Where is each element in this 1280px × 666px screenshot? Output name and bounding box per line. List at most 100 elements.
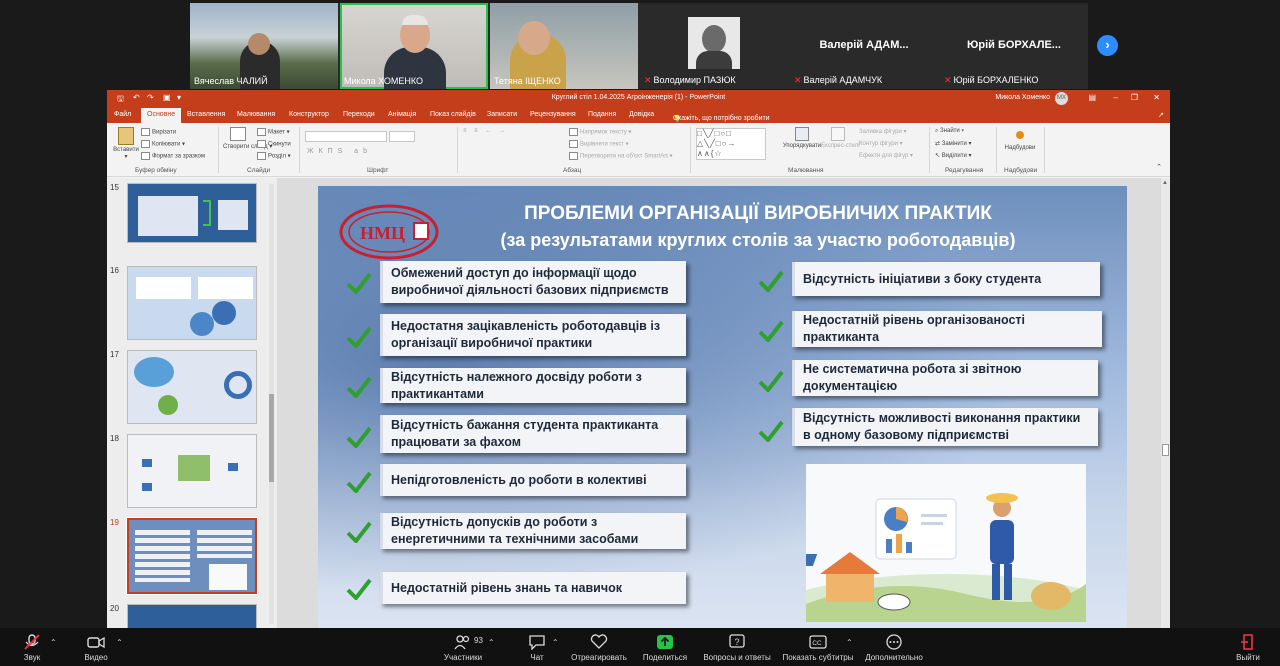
mic-muted-icon: ✕: [794, 75, 802, 85]
participant-tile-active-speaker[interactable]: Микола ХОМЕНКО: [340, 3, 488, 89]
svg-text:CC: CC: [812, 640, 822, 647]
checkmark-icon: [346, 471, 372, 493]
audio-options-caret[interactable]: ⌃: [50, 638, 57, 647]
drawing-group-label: Малювання: [788, 167, 824, 174]
shape-fill-button[interactable]: Заливка фігури ▾: [859, 128, 907, 135]
tab-view[interactable]: Подання: [588, 111, 616, 118]
participant-tile[interactable]: ✕ Володимир ПАЗЮК: [640, 3, 788, 89]
tab-home[interactable]: Основне: [141, 108, 182, 123]
participants-options-caret[interactable]: ⌃: [488, 638, 495, 647]
align-text-button[interactable]: Вирівняти текст ▾: [569, 140, 629, 148]
farmer-illustration: [806, 464, 1086, 622]
tab-record[interactable]: Записати: [487, 111, 517, 118]
arrange-icon: [795, 127, 809, 141]
user-name[interactable]: Микола Хоменко: [995, 94, 1050, 101]
reset-button[interactable]: Скинути: [257, 140, 291, 148]
new-slide-button[interactable]: Створити слайд ▾: [223, 127, 272, 150]
tab-transitions[interactable]: Переходи: [343, 111, 375, 118]
maximize-icon[interactable]: ❐: [1131, 93, 1138, 102]
arrange-button[interactable]: Упорядкувати: [782, 127, 822, 149]
audio-button[interactable]: Звук: [14, 628, 50, 666]
more-button[interactable]: Дополнительно: [862, 628, 926, 666]
heart-icon: [590, 634, 608, 649]
participant-tile[interactable]: Тетяна ІЩЕНКО: [490, 3, 638, 89]
participant-name: ✕ Валерій АДАМЧУК: [794, 75, 883, 85]
share-icon[interactable]: ↗: [1158, 111, 1164, 119]
participant-tile[interactable]: Вячеслав ЧАЛИЙ: [190, 3, 338, 89]
share-screen-button[interactable]: Поделиться: [640, 628, 690, 666]
problem-item: Відсутність можливості виконання практик…: [792, 408, 1098, 446]
participant-tile[interactable]: Валерій АДАМ... ✕ Валерій АДАМЧУК: [790, 3, 938, 89]
next-participants-button[interactable]: ›: [1097, 35, 1118, 56]
copy-button[interactable]: Копіювати ▾: [141, 140, 185, 148]
text-direction-button[interactable]: Напрямок тексту ▾: [569, 128, 631, 136]
tab-draw[interactable]: Малювання: [237, 111, 275, 118]
addins-button[interactable]: Надбудови: [1003, 129, 1037, 151]
chat-options-caret[interactable]: ⌃: [552, 638, 559, 647]
avatar: [688, 17, 740, 69]
video-button[interactable]: Видео: [76, 628, 116, 666]
replace-icon: ⇄: [935, 141, 941, 147]
participant-display-name: Юрій БОРХАЛЕ...: [967, 39, 1061, 51]
tab-help[interactable]: Довідка: [629, 111, 654, 118]
tab-design[interactable]: Конструктор: [289, 111, 329, 118]
shapes-gallery[interactable]: □╲╱□○□ △╲╱□○→ ∧∧{☆: [696, 128, 766, 160]
cut-button[interactable]: Вирізати: [141, 128, 176, 136]
slide-thumbnail-selected[interactable]: [126, 517, 258, 595]
svg-text:НМЦ: НМЦ: [360, 223, 405, 243]
participant-name: ✕ Юрій БОРХАЛЕНКО: [944, 75, 1039, 85]
captions-options-caret[interactable]: ⌃: [846, 638, 853, 647]
captions-button[interactable]: CC Показать субтитры: [782, 628, 854, 666]
tab-animations[interactable]: Анімація: [388, 111, 416, 118]
video-options-caret[interactable]: ⌃: [116, 638, 123, 647]
paste-button[interactable]: Вставити ▾: [113, 127, 139, 160]
smartart-button[interactable]: Перетворити на об'єкт SmartArt ▾: [569, 152, 673, 160]
shape-effects-button[interactable]: Ефекти для фігур ▾: [859, 152, 913, 159]
font-name-select[interactable]: [305, 131, 387, 142]
close-icon[interactable]: ✕: [1153, 93, 1160, 102]
slide-scrollbar[interactable]: ▲: [1161, 178, 1170, 628]
tab-insert[interactable]: Вставлення: [187, 111, 225, 118]
minimize-icon[interactable]: –: [1114, 93, 1118, 102]
list-buttons[interactable]: ≡ ≡ ← →: [463, 128, 508, 134]
meeting-controls-bar: Звук ⌃ Видео ⌃ Участники 93 ⌃ Чат ⌃ Отре…: [0, 628, 1280, 666]
slide-thumbnail[interactable]: [127, 434, 257, 508]
ribbon-display-icon[interactable]: ▤: [1088, 93, 1096, 102]
avatar[interactable]: МХ: [1055, 92, 1068, 105]
participant-name: Микола ХОМЕНКО: [344, 76, 423, 86]
tab-review[interactable]: Рецензування: [530, 111, 576, 118]
participants-button[interactable]: Участники: [438, 628, 488, 666]
slide-thumbnail[interactable]: [127, 183, 257, 243]
tab-slideshow[interactable]: Показ слайдів: [430, 111, 476, 118]
thumbnails-scrollbar[interactable]: [269, 184, 274, 624]
scroll-up-icon[interactable]: ▲: [1162, 180, 1168, 186]
checkmark-icon: [346, 326, 372, 348]
font-size-select[interactable]: [389, 131, 415, 142]
problem-item: Відсутність допусків до роботи з енергет…: [380, 513, 686, 549]
collapse-ribbon-icon[interactable]: ⌃: [1156, 163, 1162, 171]
shape-outline-button[interactable]: Контур фігури ▾: [859, 140, 903, 147]
search-icon: ⌕: [935, 128, 939, 134]
participant-tile[interactable]: Юрій БОРХАЛЕ... ✕ Юрій БОРХАЛЕНКО: [940, 3, 1088, 89]
slide-title: ПРОБЛЕМИ ОРГАНІЗАЦІЇ ВИРОБНИЧИХ ПРАКТИК …: [500, 203, 1016, 250]
font-format-buttons[interactable]: ЖКПS ab: [307, 148, 372, 155]
find-button[interactable]: ⌕ Знайти ▾: [935, 128, 964, 135]
leave-button[interactable]: Выйти: [1232, 628, 1264, 666]
checkmark-icon: [346, 578, 372, 600]
quick-styles-button[interactable]: Експрес-стилі: [821, 127, 860, 149]
layout-button[interactable]: Макет ▾: [257, 128, 290, 136]
slide-thumbnail[interactable]: [127, 266, 257, 340]
tab-file[interactable]: Файл: [114, 111, 131, 118]
checkmark-icon: [758, 320, 784, 342]
select-button[interactable]: ↖ Виділити ▾: [935, 152, 972, 159]
qa-button[interactable]: ? Вопросы и ответы: [700, 628, 774, 666]
section-button[interactable]: Розділ ▾: [257, 152, 291, 160]
current-slide[interactable]: НМЦ ПРОБЛЕМИ ОРГАНІЗАЦІЇ ВИРОБНИЧИХ ПРАК…: [318, 186, 1127, 628]
react-button[interactable]: Отреагировать: [570, 628, 628, 666]
slide-thumbnail[interactable]: [127, 604, 257, 628]
closed-captions-icon: CC: [809, 635, 827, 649]
format-painter-button[interactable]: Формат за зразком: [141, 152, 205, 160]
slide-thumbnail[interactable]: [127, 350, 257, 424]
chat-button[interactable]: Чат: [522, 628, 552, 666]
replace-button[interactable]: ⇄ Замінити ▾: [935, 140, 972, 147]
